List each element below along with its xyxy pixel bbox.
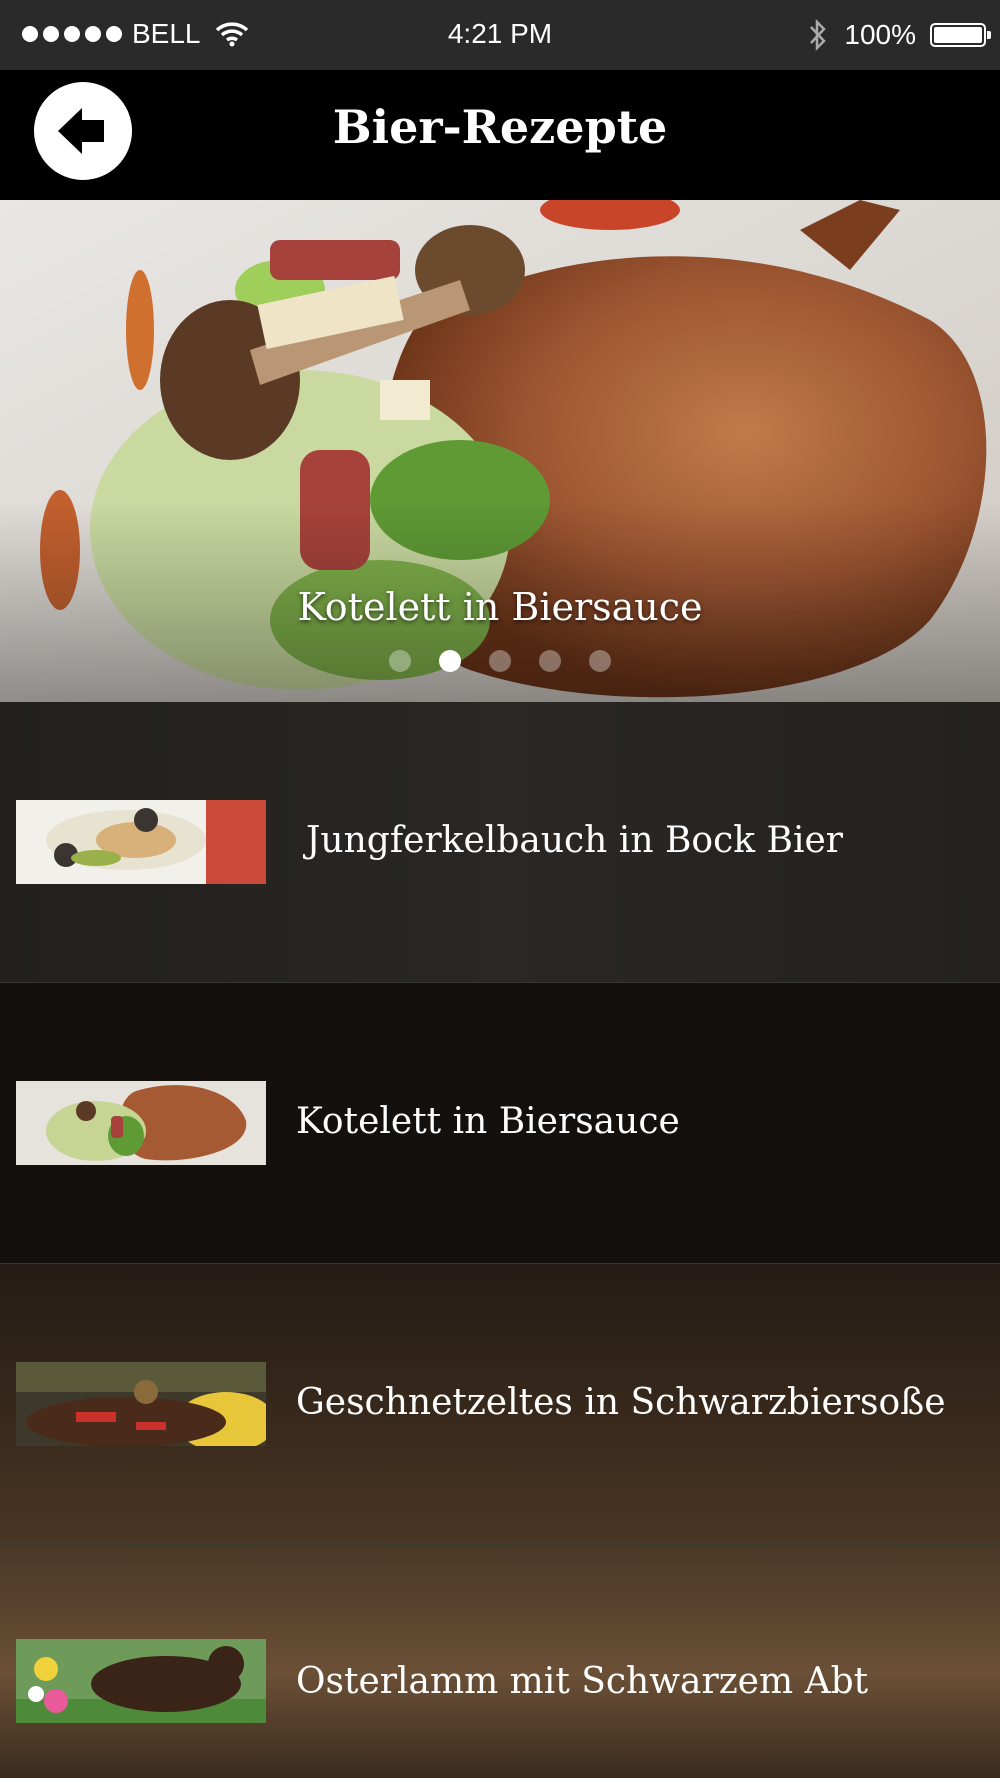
status-bar: BELL 4:21 PM 100%	[0, 0, 1000, 70]
recipe-title: Geschnetzeltes in Schwarzbiersoße	[296, 1382, 946, 1423]
bluetooth-icon	[810, 18, 827, 52]
recipe-item[interactable]: Osterlamm mit Schwarzem Abt	[0, 1545, 1000, 1778]
recipe-item[interactable]: Kotelett in Biersauce	[0, 983, 1000, 1264]
recipe-thumbnail	[16, 1639, 266, 1723]
recipe-list: Jungferkelbauch in Bock Bier Kotelett in…	[0, 702, 1000, 1778]
navigation-bar: Bier-Rezepte	[0, 70, 1000, 200]
page-dot[interactable]	[389, 650, 411, 672]
page-dot[interactable]	[489, 650, 511, 672]
recipe-title: Osterlamm mit Schwarzem Abt	[296, 1661, 869, 1702]
carousel-page-indicator[interactable]	[0, 650, 1000, 672]
recipe-item[interactable]: Jungferkelbauch in Bock Bier	[0, 702, 1000, 983]
recipe-thumbnail	[16, 1081, 266, 1165]
recipe-item[interactable]: Geschnetzeltes in Schwarzbiersoße	[0, 1264, 1000, 1545]
page-dot-active[interactable]	[439, 650, 461, 672]
page-dot[interactable]	[539, 650, 561, 672]
hero-caption: Kotelett in Biersauce	[297, 585, 703, 629]
page-title: Bier-Rezepte	[332, 100, 668, 154]
battery-icon	[930, 23, 991, 47]
recipe-title: Jungferkelbauch in Bock Bier	[306, 820, 843, 861]
page-dot[interactable]	[589, 650, 611, 672]
status-right: 100%	[806, 18, 991, 52]
battery-percent: 100%	[844, 19, 916, 50]
recipe-thumbnail	[16, 1362, 266, 1446]
recipe-thumbnail	[16, 800, 266, 884]
recipe-title: Kotelett in Biersauce	[296, 1101, 680, 1142]
